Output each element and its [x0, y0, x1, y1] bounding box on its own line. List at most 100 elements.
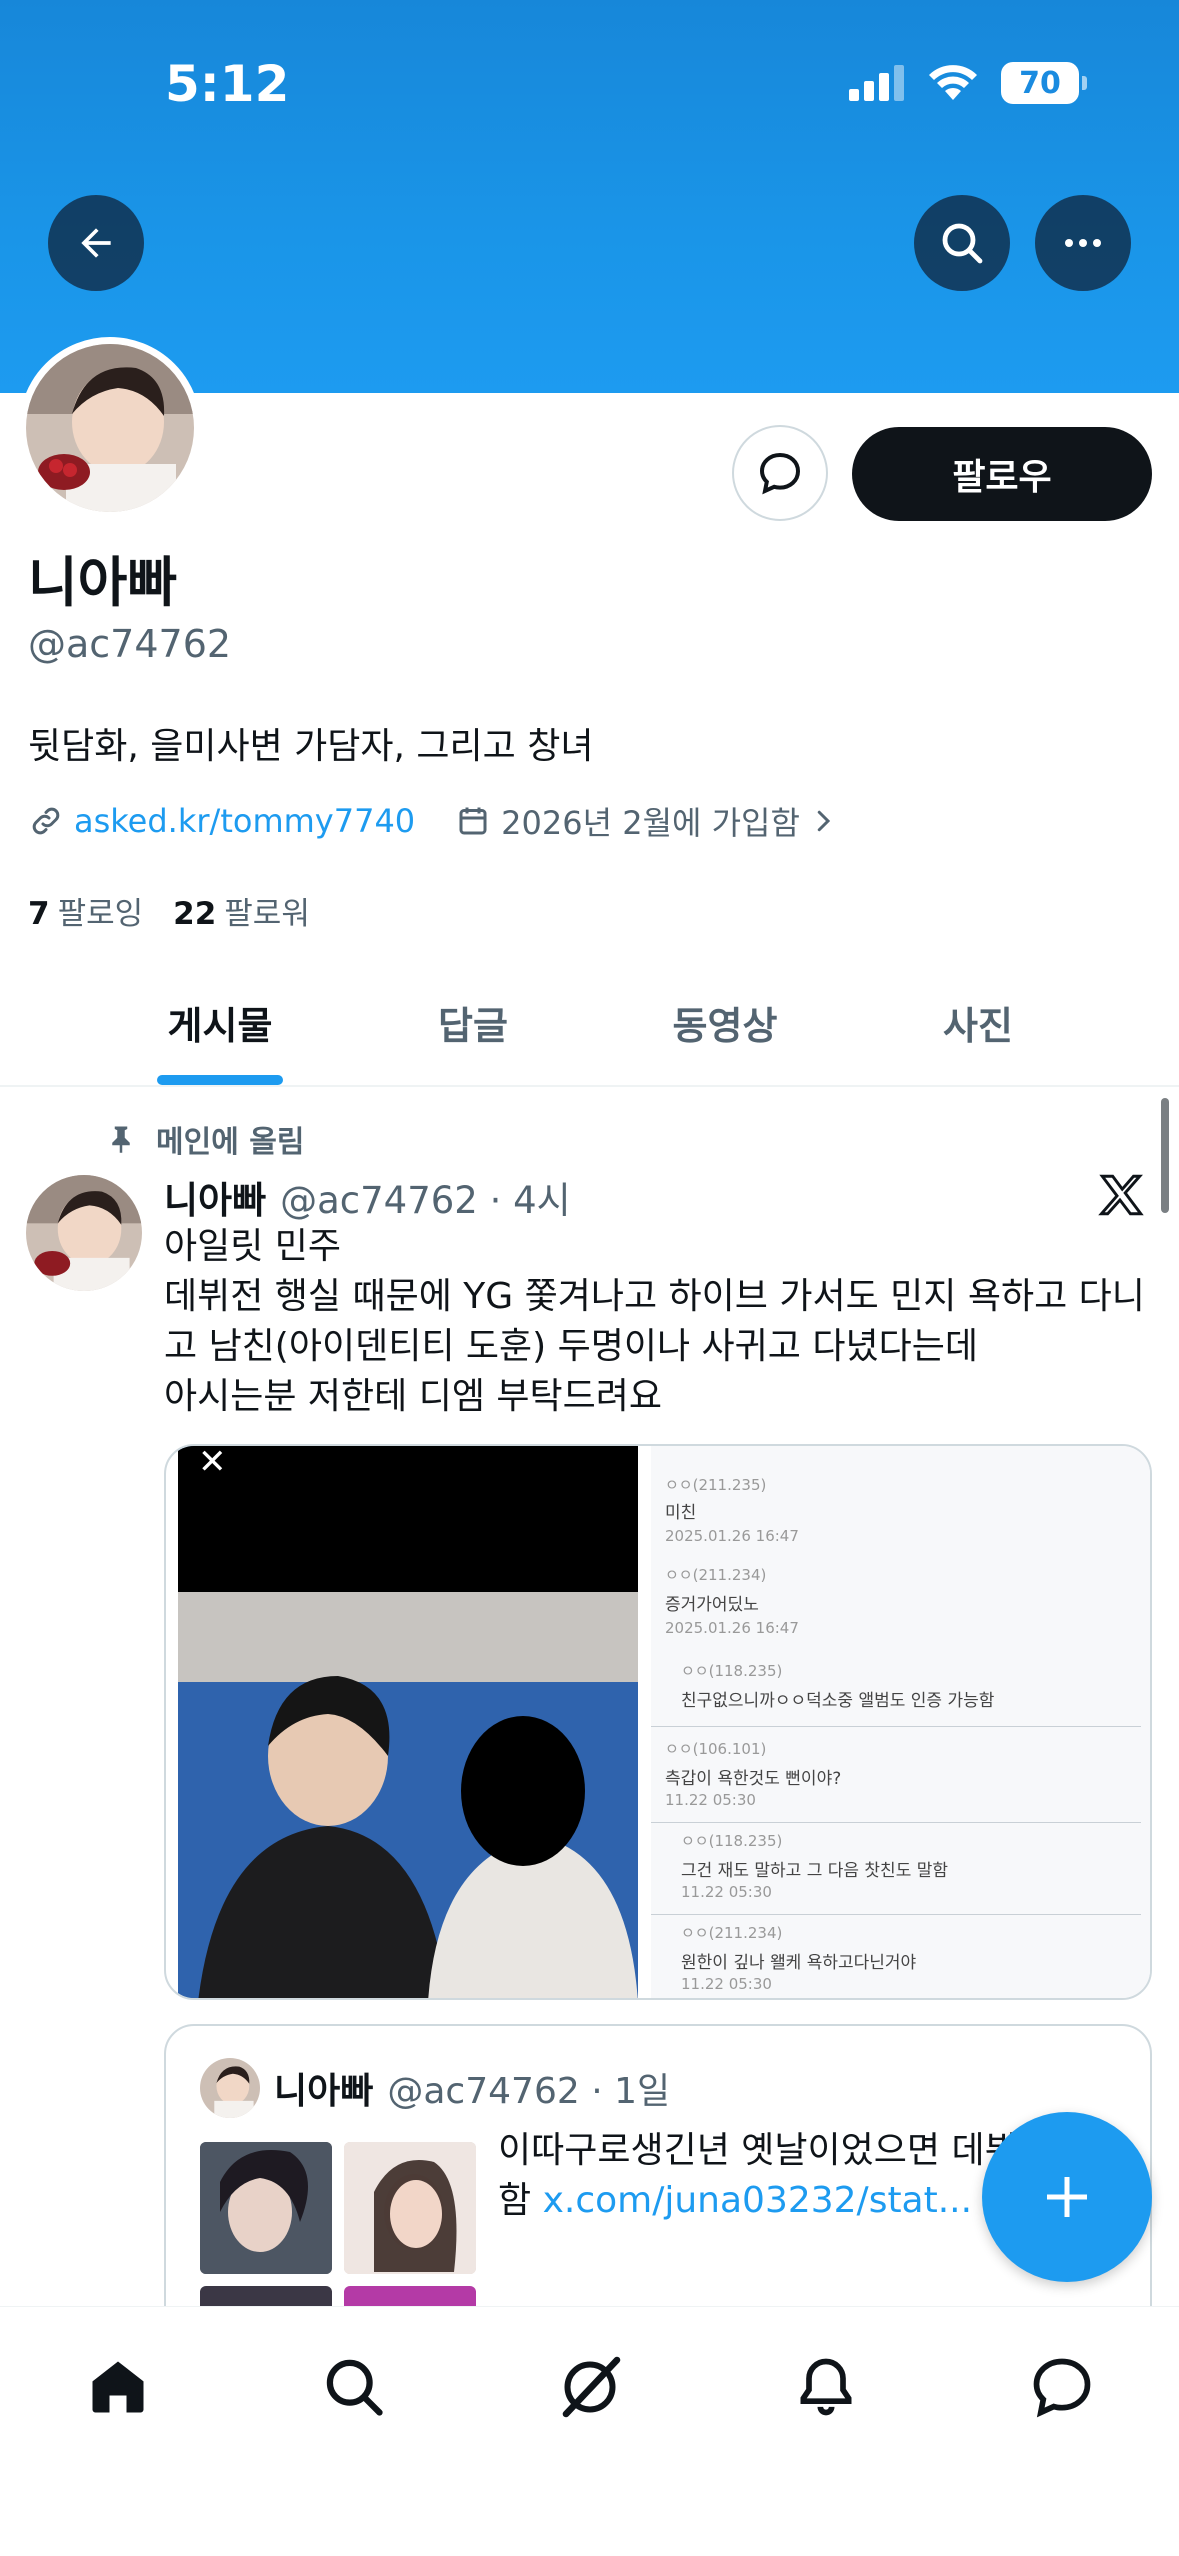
- comment-id: ㅇㅇ(106.101): [665, 1740, 767, 1758]
- nav-grok[interactable]: [550, 2347, 630, 2427]
- comment-date: 11.22 05:30: [665, 1791, 756, 1809]
- arrow-left-icon: [81, 228, 111, 258]
- home-icon: [92, 2361, 144, 2413]
- post-author-meta[interactable]: @ac74762 · 4시: [280, 1170, 571, 1224]
- nav-messages[interactable]: [1022, 2347, 1102, 2427]
- follow-stats: 7 팔로잉 22 팔로워: [28, 888, 310, 933]
- comment-date: 2025.01.26 16:47: [665, 1527, 799, 1545]
- status-time: 5:12: [165, 55, 290, 113]
- quoted-image-art: [200, 2142, 332, 2274]
- nav-search[interactable]: [314, 2347, 394, 2427]
- comment-text: 친구없으니까ㅇㅇ덕소중 앨범도 인증 가능함: [681, 1691, 995, 1711]
- active-tab-indicator: [157, 1075, 283, 1085]
- comment-date: 11.22 05:30: [681, 1883, 772, 1901]
- media-photo[interactable]: ✕: [178, 1446, 638, 1998]
- back-button[interactable]: [48, 195, 144, 291]
- comment-id: ㅇㅇ(211.235): [665, 1476, 767, 1494]
- comment-divider: [651, 1726, 1141, 1727]
- media-screenshot: ㅇㅇ(211.235) 미친 2025.01.26 16:47 ㅇㅇ(211.2…: [651, 1446, 1150, 1998]
- quoted-avatar: [200, 2058, 260, 2118]
- following-count: 7: [28, 896, 50, 932]
- grok-icon: [562, 2356, 621, 2418]
- post-media[interactable]: ✕ ㅇㅇ(211.235) 미친 2025.01.26 16:47 ㅇㅇ(211…: [164, 1444, 1152, 2000]
- bell-icon: [800, 2358, 852, 2416]
- photo-people: [178, 1592, 638, 1998]
- quoted-author-name: 니아빠: [274, 2071, 374, 2112]
- more-button[interactable]: [1035, 195, 1131, 291]
- comment-date: 11.22 05:30: [681, 1975, 772, 1993]
- message-button[interactable]: [732, 425, 828, 521]
- comment-text: 그건 재도 말하고 그 다음 찻친도 말함: [681, 1861, 949, 1881]
- followers-stat[interactable]: 22 팔로워: [173, 888, 310, 933]
- post-author-name[interactable]: 니아빠: [164, 1170, 266, 1224]
- avatar-image: [26, 344, 194, 512]
- more-icon: [1065, 239, 1101, 247]
- post-header: 니아빠 @ac74762 · 4시: [164, 1170, 571, 1224]
- nav-home[interactable]: [78, 2347, 158, 2427]
- search-button[interactable]: [914, 195, 1010, 291]
- pinned-text: 메인에 올림: [156, 1125, 305, 1160]
- message-icon: [759, 452, 801, 495]
- profile-link[interactable]: asked.kr/tommy7740: [74, 802, 415, 840]
- nav-notifications[interactable]: [786, 2347, 866, 2427]
- avatar-image: [26, 1175, 142, 1291]
- following-label: 팔로잉: [57, 896, 144, 932]
- pin-icon: [112, 1126, 130, 1153]
- quoted-link[interactable]: x.com/juna03232/stat...: [543, 2180, 973, 2221]
- search-icon: [942, 223, 983, 264]
- status-icons: 70: [849, 62, 1087, 104]
- search-icon: [326, 2359, 383, 2416]
- display-name: 니아빠: [28, 551, 178, 614]
- comment-text: 측갑이 욕한것도 뻔이야?: [665, 1769, 842, 1789]
- join-date[interactable]: 2026년 2월에 가입함: [501, 798, 800, 844]
- x-logo-icon: [1098, 1174, 1144, 1216]
- followers-count: 22: [173, 896, 217, 932]
- post-text-line: 데뷔전 행실 때문에 YG 쫓겨나고 하이브 가서도 민지 욕하고 다니: [164, 1276, 1145, 1317]
- quoted-image[interactable]: [344, 2142, 476, 2274]
- user-handle: @ac74762: [28, 622, 232, 666]
- signal-icon: [849, 65, 904, 101]
- profile-bio: 뒷담화, 을미사변 가담자, 그리고 창녀: [28, 726, 594, 767]
- quoted-author-meta: @ac74762 · 1일: [387, 2071, 671, 2112]
- chevron-right-icon[interactable]: [808, 806, 838, 836]
- following-stat[interactable]: 7 팔로잉: [28, 888, 143, 933]
- comment-text: 미친: [665, 1503, 697, 1523]
- comment-id: ㅇㅇ(118.235): [681, 1662, 783, 1680]
- quoted-image-art: [344, 2142, 476, 2274]
- quoted-header: 니아빠 @ac74762 · 1일: [274, 2062, 670, 2114]
- comment-text: 원한이 깊나 왤케 욕하고다닌거야: [681, 1953, 917, 1973]
- calendar-icon: [459, 807, 487, 835]
- link-icon: [32, 807, 60, 835]
- bottom-nav: [0, 2306, 1179, 2556]
- quoted-image[interactable]: [200, 2142, 332, 2274]
- tab-posts[interactable]: 게시물: [120, 995, 320, 1050]
- quoted-text-prefix: 함: [498, 2180, 543, 2221]
- post-avatar[interactable]: [26, 1175, 142, 1291]
- post-text-line: 아시는분 저한테 디엠 부탁드려요: [164, 1376, 663, 1417]
- wifi-icon: [929, 65, 977, 100]
- post-text-line: 아일릿 민주: [164, 1226, 342, 1267]
- follow-button[interactable]: 팔로우: [852, 427, 1152, 521]
- profile-meta: asked.kr/tommy7740 2026년 2월에 가입함: [28, 798, 838, 844]
- tab-replies[interactable]: 답글: [373, 995, 573, 1050]
- comment-id: ㅇㅇ(118.235): [681, 1832, 783, 1850]
- comment-date: 2025.01.26 16:47: [665, 1619, 799, 1637]
- scrollbar[interactable]: [1161, 1098, 1169, 1213]
- comment-divider: [651, 1914, 1141, 1915]
- avatar-image: [200, 2058, 260, 2118]
- comment-divider: [651, 1822, 1141, 1823]
- tab-photos[interactable]: 사진: [878, 995, 1078, 1050]
- compose-button[interactable]: [982, 2112, 1152, 2282]
- comment-text: 증거가어딨노: [665, 1595, 759, 1615]
- tab-videos[interactable]: 동영상: [625, 995, 825, 1050]
- pinned-label: 메인에 올림: [108, 1117, 304, 1161]
- comment-id: ㅇㅇ(211.234): [681, 1924, 783, 1942]
- profile-tabs: 게시물 답글 동영상 사진: [0, 975, 1179, 1087]
- post-text-line: 고 남친(아이덴티티 도훈) 두명이나 사귀고 다녔다는데: [164, 1326, 978, 1367]
- post-text: 아일릿 민주 데뷔전 행실 때문에 YG 쫓겨나고 하이브 가서도 민지 욕하고…: [164, 1222, 1149, 1422]
- followers-label: 팔로워: [224, 896, 310, 932]
- plus-icon: [1047, 2177, 1087, 2217]
- battery-indicator: 70: [1001, 62, 1087, 104]
- profile-avatar[interactable]: [19, 337, 201, 519]
- comment-id: ㅇㅇ(211.234): [665, 1566, 767, 1584]
